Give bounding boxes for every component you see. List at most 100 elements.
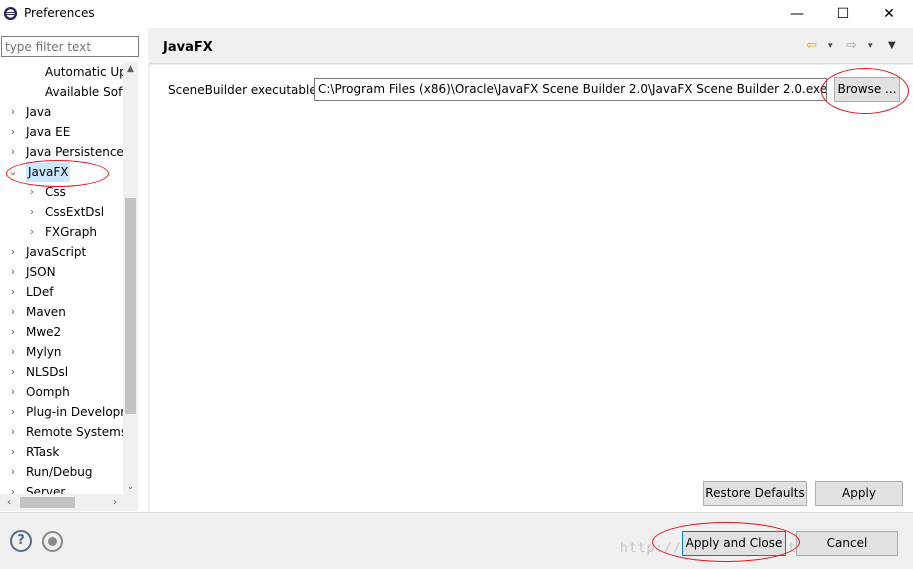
tree-item-label: Available Soft	[45, 85, 123, 99]
tree-item-label: Java Persistence	[26, 145, 123, 159]
cancel-button[interactable]: Cancel	[796, 531, 898, 556]
close-button[interactable]: ✕	[866, 0, 912, 28]
collapsed-chevron-icon[interactable]: ›	[7, 302, 19, 322]
tree-item-label: Run/Debug	[26, 465, 93, 479]
collapsed-chevron-icon[interactable]: ›	[7, 282, 19, 302]
browse-button[interactable]: Browse ...	[834, 77, 900, 102]
tree-item-label: Automatic Up	[45, 65, 123, 79]
collapsed-chevron-icon[interactable]: ›	[7, 382, 19, 402]
collapsed-chevron-icon[interactable]: ›	[7, 362, 19, 382]
collapsed-chevron-icon[interactable]: ›	[7, 142, 19, 162]
collapsed-chevron-icon[interactable]: ›	[7, 482, 19, 494]
tree-item[interactable]: › LDef	[0, 282, 123, 302]
forward-dropdown-icon[interactable]: ▾	[868, 41, 873, 51]
tree-item-label: JavaScript	[26, 245, 87, 259]
collapsed-chevron-icon[interactable]: ›	[26, 202, 38, 222]
apply-button[interactable]: Apply	[815, 481, 903, 506]
tree-item[interactable]: › JSON	[0, 262, 123, 282]
restore-defaults-button[interactable]: Restore Defaults	[703, 481, 807, 506]
tree-item-label: CssExtDsl	[45, 205, 105, 219]
collapsed-chevron-icon[interactable]: ›	[7, 122, 19, 142]
scroll-right-icon[interactable]: ›	[108, 494, 122, 511]
collapsed-chevron-icon[interactable]: ›	[7, 462, 19, 482]
tree-item-label: Plug-in Developr	[26, 405, 123, 419]
window-title: Preferences	[24, 6, 95, 20]
title-bar: Preferences — ☐ ✕	[0, 0, 913, 28]
tree-item[interactable]: ⌄ JavaFX	[0, 162, 123, 182]
tree-item-label: Remote Systems	[26, 425, 123, 439]
tree-item[interactable]: › CssExtDsl	[0, 202, 123, 222]
tree-item-label: JSON	[26, 265, 56, 279]
tree-item-label: Server	[26, 485, 66, 494]
collapsed-chevron-icon[interactable]: ›	[7, 102, 19, 122]
page-title: JavaFX	[163, 40, 213, 55]
help-icon[interactable]: ?	[10, 530, 32, 552]
tree-item-label: RTask	[26, 445, 60, 459]
tree-item[interactable]: Available Soft	[0, 82, 123, 102]
tree-item-label: Java	[26, 105, 52, 119]
page-header: JavaFX ⇦ ▾ ⇨ ▾ ▼	[150, 28, 913, 64]
collapsed-chevron-icon[interactable]: ›	[7, 262, 19, 282]
collapsed-chevron-icon[interactable]: ›	[7, 442, 19, 462]
filter-input[interactable]	[1, 36, 139, 57]
tree-item[interactable]: › Java EE	[0, 122, 123, 142]
tree-item[interactable]: › Java Persistence	[0, 142, 123, 162]
tree-item[interactable]: › Css	[0, 182, 123, 202]
apply-and-close-button[interactable]: Apply and Close	[682, 531, 786, 556]
preference-page: JavaFX ⇦ ▾ ⇨ ▾ ▼ SceneBuilder executable…	[150, 28, 913, 512]
tree-item-label: Maven	[26, 305, 66, 319]
scroll-up-icon[interactable]: ▲	[123, 62, 138, 76]
tree-item[interactable]: › JavaScript	[0, 242, 123, 262]
tree-item-label: FXGraph	[45, 225, 97, 239]
tree-item-label: Java EE	[26, 125, 71, 139]
record-macro-icon[interactable]	[42, 531, 63, 552]
scroll-down-icon[interactable]: ⌄	[123, 480, 138, 494]
maximize-button[interactable]: ☐	[820, 0, 866, 28]
tree-item[interactable]: › Oomph	[0, 382, 123, 402]
tree-item-label: JavaFX	[26, 162, 71, 182]
collapsed-chevron-icon[interactable]: ›	[7, 322, 19, 342]
collapsed-chevron-icon[interactable]: ›	[26, 222, 38, 242]
scroll-thumb[interactable]	[125, 198, 136, 414]
tree-item[interactable]: › Plug-in Developr	[0, 402, 123, 422]
collapsed-chevron-icon[interactable]: ›	[26, 182, 38, 202]
tree-item-label: LDef	[26, 285, 54, 299]
hscroll-thumb[interactable]	[20, 497, 75, 508]
tree-item[interactable]: › RTask	[0, 442, 123, 462]
back-dropdown-icon[interactable]: ▾	[828, 41, 833, 51]
tree-item[interactable]: › Server	[0, 482, 123, 494]
preferences-tree: Automatic Up Available Soft › Java › Java EE ›…	[0, 62, 123, 494]
collapsed-chevron-icon[interactable]: ›	[7, 342, 19, 362]
tree-item[interactable]: › Mwe2	[0, 322, 123, 342]
tree-item[interactable]: › Remote Systems	[0, 422, 123, 442]
scenebuilder-label: SceneBuilder executable	[168, 83, 317, 97]
tree-item[interactable]: › Mylyn	[0, 342, 123, 362]
collapsed-chevron-icon[interactable]: ›	[7, 422, 19, 442]
forward-arrow-icon[interactable]: ⇨	[846, 38, 857, 53]
tree-item-label: Css	[45, 185, 66, 199]
view-menu-icon[interactable]: ▼	[888, 40, 896, 51]
tree-item[interactable]: Automatic Up	[0, 62, 123, 82]
minimize-button[interactable]: —	[774, 0, 820, 28]
tree-horizontal-scrollbar[interactable]: ‹ ›	[0, 494, 138, 511]
collapsed-chevron-icon[interactable]: ›	[7, 402, 19, 422]
tree-item-label: Oomph	[26, 385, 70, 399]
tree-item-label: NLSDsl	[26, 365, 69, 379]
tree-item[interactable]: › FXGraph	[0, 222, 123, 242]
scenebuilder-path-field[interactable]: C:\Program Files (x86)\Oracle\JavaFX Sce…	[314, 78, 827, 101]
tree-item-label: Mylyn	[26, 345, 62, 359]
expanded-chevron-icon[interactable]: ⌄	[7, 162, 19, 182]
page-content: SceneBuilder executable C:\Program Files…	[150, 65, 913, 512]
collapsed-chevron-icon[interactable]: ›	[7, 242, 19, 262]
tree-item-label: Mwe2	[26, 325, 62, 339]
tree-item[interactable]: › Java	[0, 102, 123, 122]
preferences-tree-panel: Automatic UpAvailable Soft›Java›Java EE›…	[0, 28, 150, 512]
eclipse-app-icon	[3, 6, 18, 21]
scroll-left-icon[interactable]: ‹	[2, 494, 16, 511]
tree-item[interactable]: › Run/Debug	[0, 462, 123, 482]
tree-vertical-scrollbar[interactable]: ▲ ⌄	[123, 62, 138, 494]
back-arrow-icon[interactable]: ⇦	[806, 38, 817, 53]
dialog-button-bar: ? http://blog.csdn.net/nomiel Apply and …	[0, 512, 913, 569]
tree-item[interactable]: › Maven	[0, 302, 123, 322]
tree-item[interactable]: › NLSDsl	[0, 362, 123, 382]
